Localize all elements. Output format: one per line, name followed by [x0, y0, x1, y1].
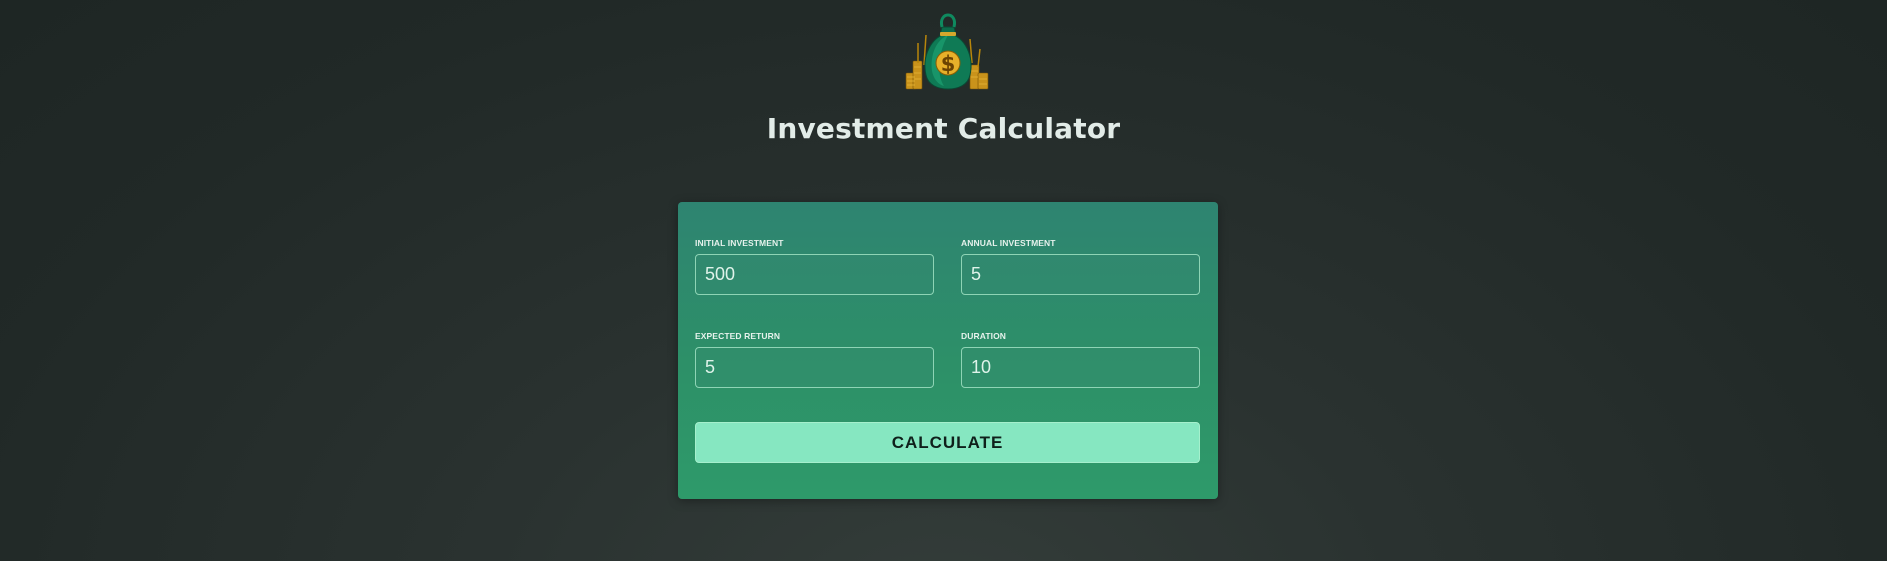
annual-investment-input[interactable]	[961, 254, 1200, 295]
page-title: Investment Calculator	[766, 112, 1121, 145]
expected-return-input[interactable]	[695, 347, 934, 388]
expected-return-label: Expected Return	[695, 331, 781, 341]
expected-return-group: Expected Return	[695, 331, 934, 388]
calculate-button[interactable]: CALCULATE	[695, 422, 1200, 463]
duration-input[interactable]	[961, 347, 1200, 388]
annual-investment-group: Annual Investment	[961, 238, 1200, 295]
duration-group: Duration	[961, 331, 1200, 388]
initial-investment-label: Initial Investment	[695, 238, 784, 248]
initial-investment-group: Initial Investment	[695, 238, 934, 295]
svg-text:$: $	[941, 52, 956, 76]
annual-investment-label: Annual Investment	[961, 238, 1056, 248]
money-bag-icon: $	[905, 13, 989, 90]
calculator-form: Initial Investment Annual Investment Exp…	[678, 202, 1218, 499]
duration-label: Duration	[961, 331, 1007, 341]
initial-investment-input[interactable]	[695, 254, 934, 295]
